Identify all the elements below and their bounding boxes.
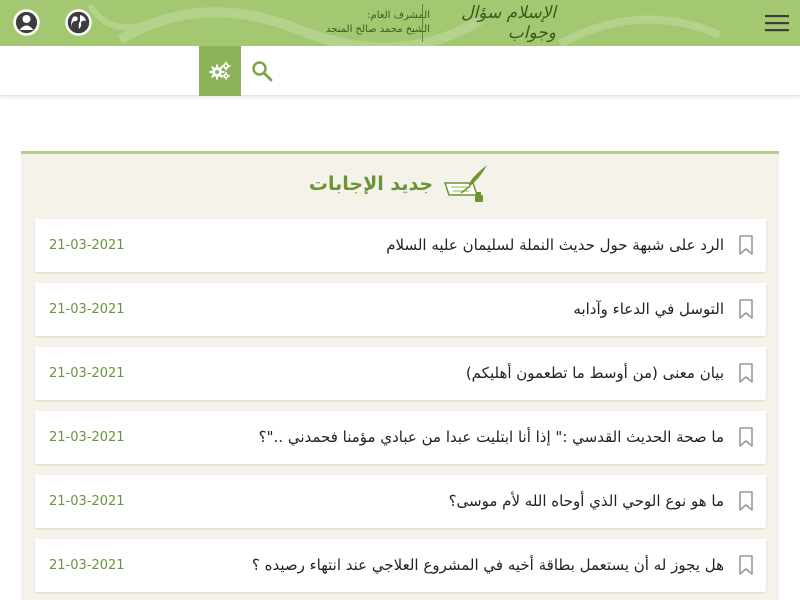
answer-date: 21-03-2021 [49, 430, 125, 445]
answer-date: 21-03-2021 [49, 302, 125, 317]
answer-title[interactable]: هل يجوز له أن يستعمل بطاقة أخيه في المشر… [252, 539, 724, 592]
supervisor-label: المشرف العام: [367, 10, 430, 21]
answer-date: 21-03-2021 [49, 366, 125, 381]
answer-date: 21-03-2021 [49, 558, 125, 573]
bookmark-icon[interactable] [738, 555, 754, 575]
bookmark-icon[interactable] [738, 427, 754, 447]
search-button[interactable] [250, 59, 274, 83]
site-logo[interactable]: الإسلام سؤال وجواب [430, 3, 556, 43]
logo-divider [422, 4, 423, 42]
quill-icon [444, 165, 488, 202]
search-icon [252, 61, 273, 82]
answer-date: 21-03-2021 [49, 238, 125, 253]
language-button[interactable] [65, 9, 92, 36]
panel-header: جديد الإجابات [21, 154, 779, 214]
answer-card[interactable]: هل يجوز له أن يستعمل بطاقة أخيه في المشر… [35, 539, 766, 592]
bookmark-icon[interactable] [738, 363, 754, 383]
search-settings-button[interactable] [199, 46, 241, 96]
answer-date: 21-03-2021 [49, 494, 125, 509]
answer-card[interactable]: التوسل في الدعاء وآدابه 21-03-2021 [35, 283, 766, 336]
search-bar [0, 46, 800, 96]
logo-text: الإسلام سؤال وجواب [461, 3, 556, 43]
section-title: جديد الإجابات [308, 173, 434, 195]
bookmark-icon[interactable] [738, 299, 754, 319]
answer-title[interactable]: التوسل في الدعاء وآدابه [573, 283, 724, 336]
user-icon [13, 9, 40, 36]
answer-card[interactable]: الرد على شبهة حول حديث النملة لسليمان عل… [35, 219, 766, 272]
menu-button[interactable] [764, 12, 790, 34]
globe-icon [65, 9, 92, 36]
hamburger-menu-icon [765, 15, 789, 32]
answer-title[interactable]: الرد على شبهة حول حديث النملة لسليمان عل… [386, 219, 724, 272]
supervisor-info: المشرف العام: الشيخ محمد صالح المنجد [326, 9, 430, 37]
gears-icon [209, 61, 231, 80]
answer-card[interactable]: ما هو نوع الوحي الذي أوحاه الله لأم موسى… [35, 475, 766, 528]
answer-title[interactable]: ما هو نوع الوحي الذي أوحاه الله لأم موسى… [449, 475, 724, 528]
bookmark-icon[interactable] [738, 491, 754, 511]
answer-title[interactable]: بيان معنى (من أوسط ما تطعمون أهليكم) [466, 347, 724, 400]
answer-title[interactable]: ما صحة الحديث القدسي :" إذا أنا ابتليت ع… [259, 411, 724, 464]
new-answers-panel: جديد الإجابات الرد على شبهة حول حديث الن… [21, 151, 779, 600]
bookmark-icon[interactable] [738, 235, 754, 255]
top-bar: المشرف العام: الشيخ محمد صالح المنجد الإ… [0, 0, 800, 46]
answer-card[interactable]: ما صحة الحديث القدسي :" إذا أنا ابتليت ع… [35, 411, 766, 464]
answer-card[interactable]: بيان معنى (من أوسط ما تطعمون أهليكم) 21-0… [35, 347, 766, 400]
user-button[interactable] [13, 9, 40, 36]
search-input[interactable] [282, 54, 782, 88]
supervisor-name: الشيخ محمد صالح المنجد [326, 24, 430, 35]
